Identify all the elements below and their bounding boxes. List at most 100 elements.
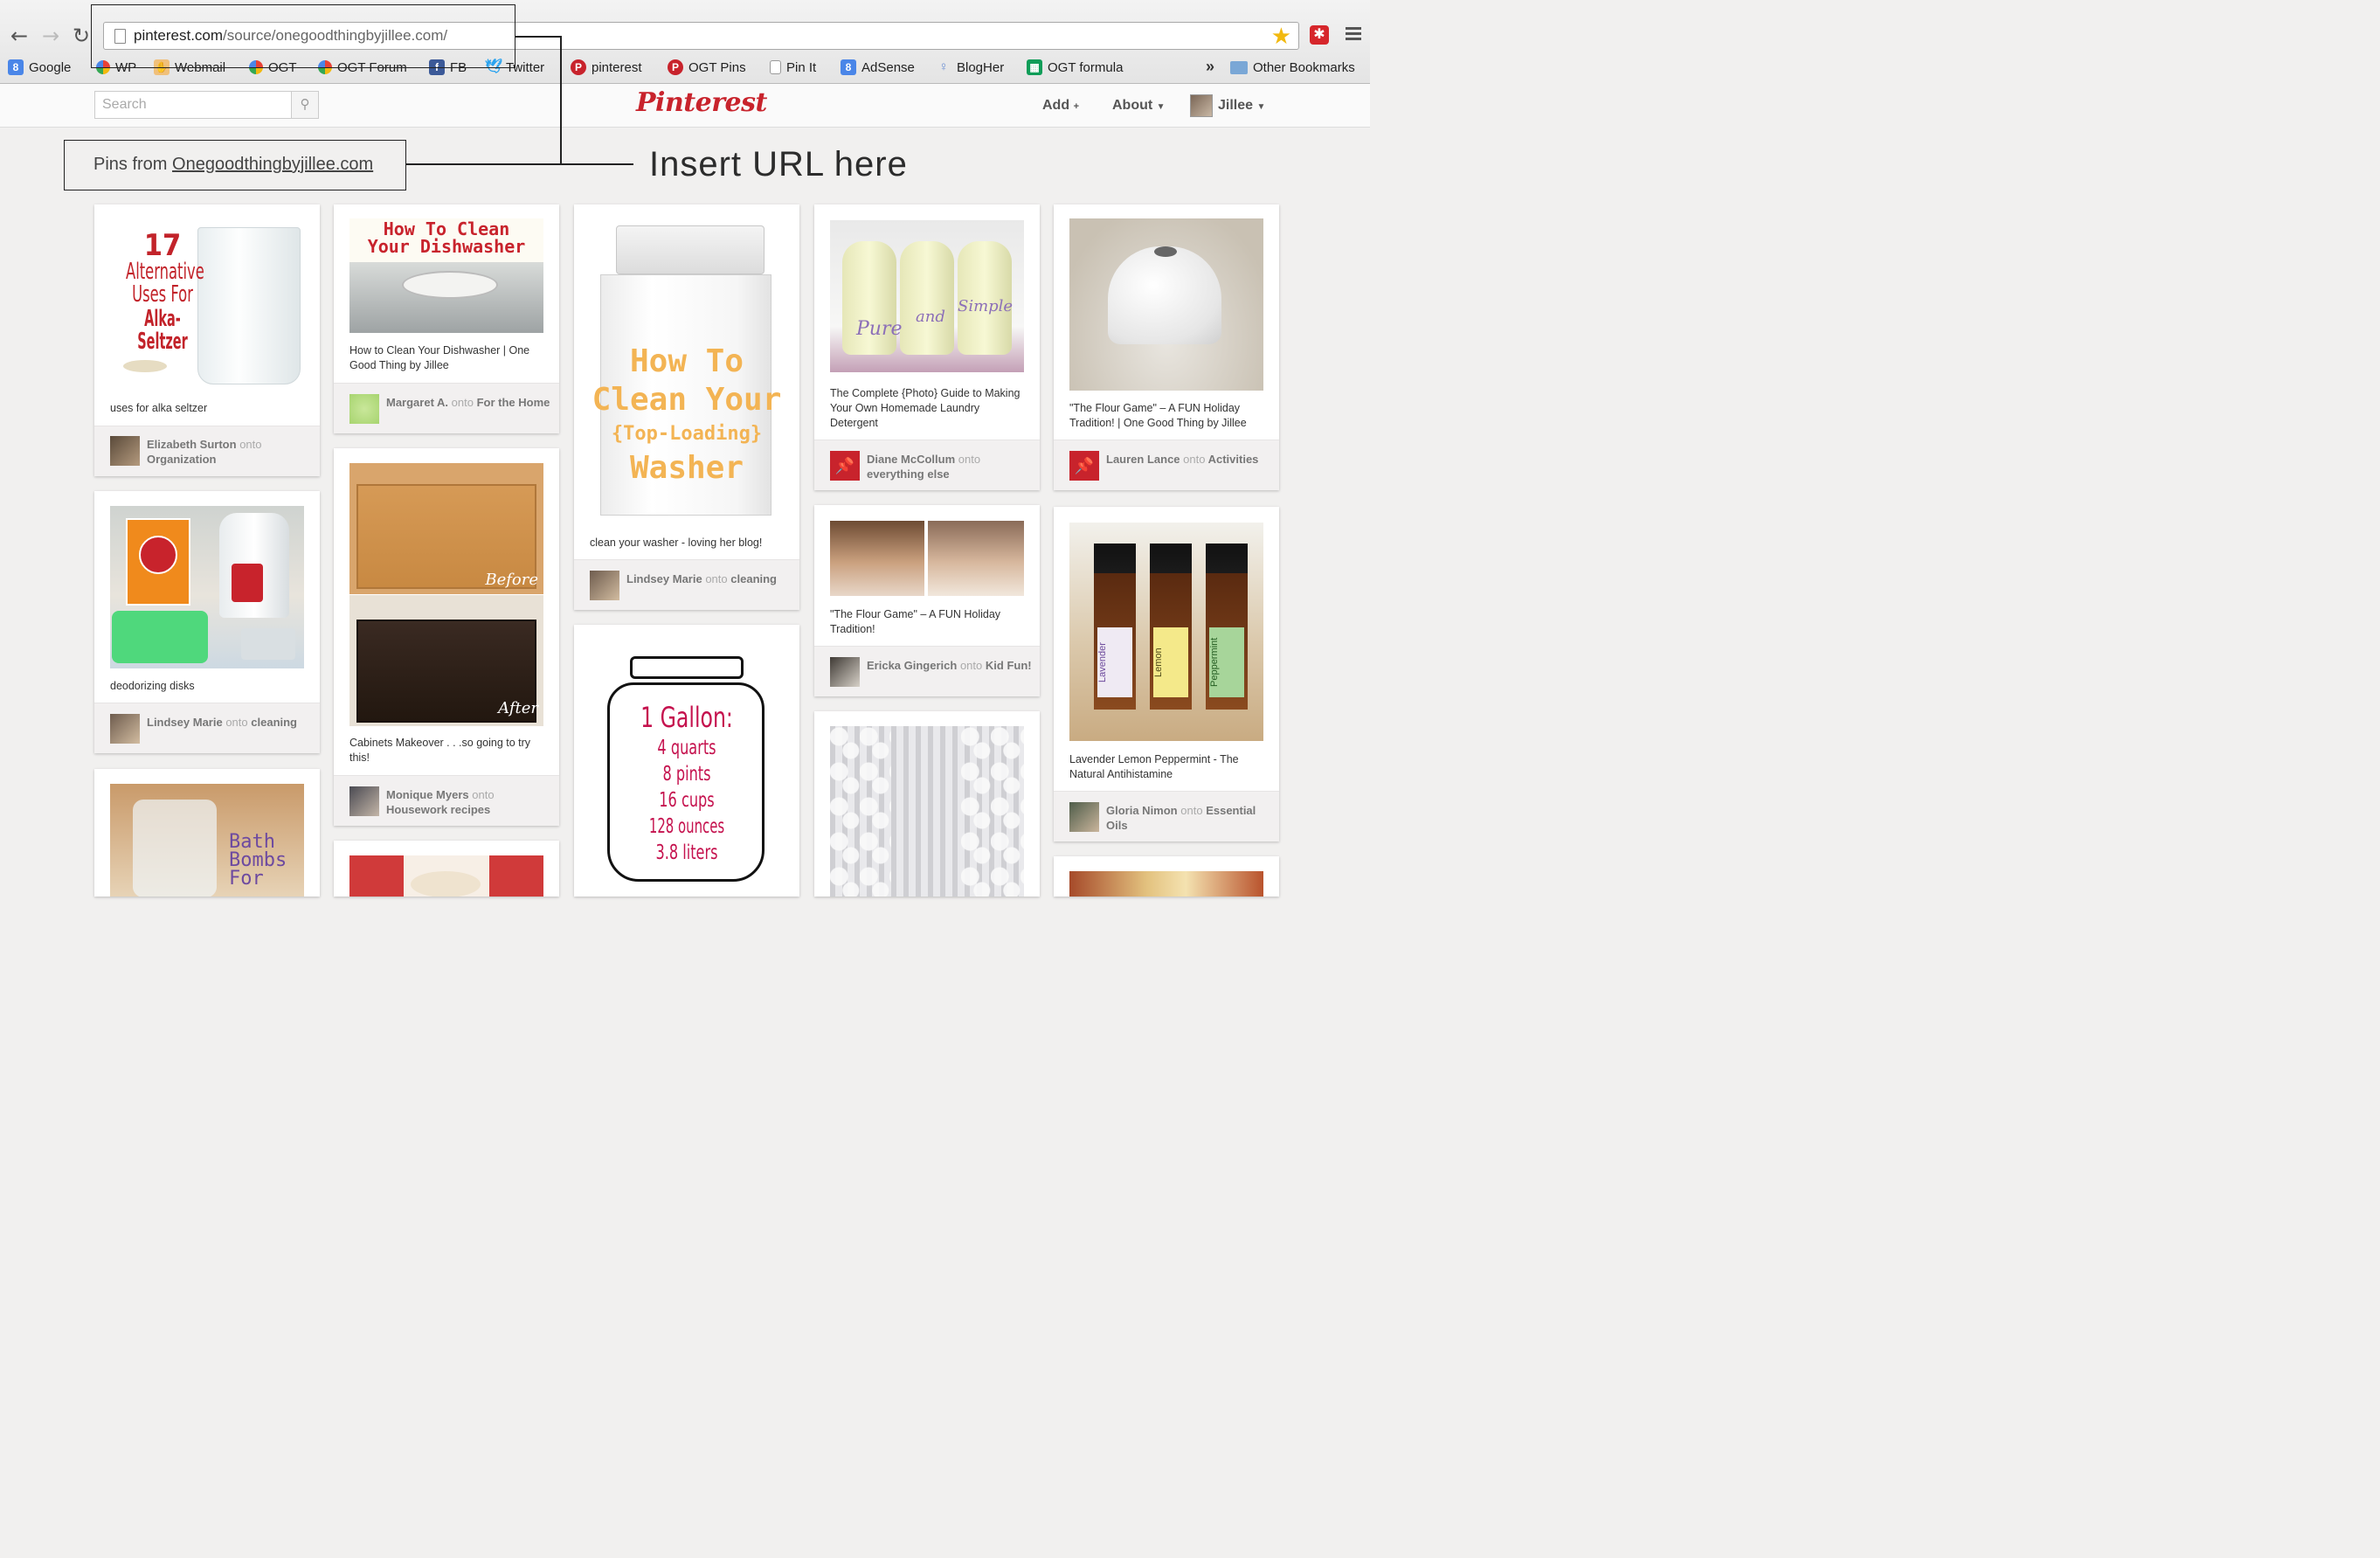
pinterest-logo[interactable]: Pinterest xyxy=(636,87,767,118)
bookmark-star-icon[interactable]: ★ xyxy=(1271,24,1291,48)
avatar[interactable] xyxy=(349,394,379,424)
pinterest-icon: P xyxy=(668,59,683,75)
after-label: After xyxy=(498,699,538,717)
pinner-name[interactable]: Ericka Gingerich xyxy=(867,659,957,672)
pin-image[interactable]: Bath Bombs For xyxy=(110,784,304,897)
pin-card[interactable]: 1 Gallon: 4 quarts 8 pints 16 cups 128 o… xyxy=(574,625,799,897)
pin-card[interactable]: Pure and Simple The Complete {Photo} Gui… xyxy=(814,204,1040,490)
pin-description: "The Flour Game" – A FUN Holiday Traditi… xyxy=(1069,402,1247,429)
board-name[interactable]: cleaning xyxy=(730,572,777,585)
pin-card[interactable] xyxy=(1054,856,1279,897)
pin-card[interactable]: 17 Alternative Uses For Alka-Seltzer use… xyxy=(94,204,320,476)
board-name[interactable]: For the Home xyxy=(477,396,550,409)
avatar[interactable] xyxy=(349,786,379,816)
user-menu[interactable]: Jillee ▼ xyxy=(1218,98,1265,114)
pin-image[interactable]: Pure and Simple xyxy=(830,220,1024,372)
board-name[interactable]: everything else xyxy=(867,467,950,481)
pinner-name[interactable]: Gloria Nimon xyxy=(1106,804,1178,817)
pinner-name[interactable]: Elizabeth Surton xyxy=(147,438,237,451)
pin-image[interactable] xyxy=(1069,218,1263,391)
other-bookmarks[interactable]: Other Bookmarks xyxy=(1230,58,1355,77)
pin-attribution: Lindsey Marie onto cleaning xyxy=(626,571,792,586)
about-menu[interactable]: About ▼ xyxy=(1112,98,1166,114)
pin-image[interactable]: How To Clean Your Dishwasher xyxy=(349,218,543,333)
search-input[interactable]: Search xyxy=(94,91,292,119)
pin-card[interactable]: "The Flour Game" – A FUN Holiday Traditi… xyxy=(1054,204,1279,490)
pin-image[interactable]: How To Clean Your {Top-Loading} Washer xyxy=(590,220,784,524)
board-name[interactable]: cleaning xyxy=(251,716,297,729)
bookmark-ogt-formula[interactable]: ▦ OGT formula xyxy=(1027,58,1123,77)
pinner-name[interactable]: Lindsey Marie xyxy=(626,572,702,585)
bookmark-adsense[interactable]: 8 AdSense xyxy=(841,58,915,77)
onto-text: onto xyxy=(472,788,495,801)
bookmark-ogt-pins[interactable]: P OGT Pins xyxy=(668,58,746,77)
search-icon[interactable]: ⚲ xyxy=(291,91,319,119)
pin-title-line: 8 pints xyxy=(662,763,711,786)
pin-image[interactable]: Lavender Lemon Peppermint xyxy=(1069,523,1263,741)
pin-card[interactable] xyxy=(814,711,1040,897)
oil-bottle-graphic: Lavender xyxy=(1094,544,1136,710)
pin-image[interactable] xyxy=(830,521,1024,596)
board-name[interactable]: Kid Fun! xyxy=(986,659,1032,672)
avatar[interactable] xyxy=(1069,802,1099,832)
pinner-name[interactable]: Lauren Lance xyxy=(1106,453,1180,466)
board-name[interactable]: Organization xyxy=(147,453,216,466)
bookmark-label: OGT Pins xyxy=(688,59,746,75)
pushpin-icon[interactable]: 📌 xyxy=(1069,451,1099,481)
oil-bottle-graphic: Lemon xyxy=(1150,544,1192,710)
extension-icon[interactable]: ✱ xyxy=(1310,25,1329,45)
board-name[interactable]: Housework recipes xyxy=(386,803,490,816)
pin-description: deodorizing disks xyxy=(110,680,195,692)
pin-image[interactable]: Before xyxy=(349,463,543,594)
pin-image[interactable]: After xyxy=(349,595,543,726)
bookmark-pin-it[interactable]: Pin It xyxy=(770,58,816,77)
avatar[interactable] xyxy=(110,714,140,744)
pin-image[interactable] xyxy=(110,506,304,668)
washer-control-panel-graphic xyxy=(616,225,765,274)
pinner-name[interactable]: Margaret A. xyxy=(386,396,448,409)
other-bookmarks-label: Other Bookmarks xyxy=(1253,59,1355,75)
pin-image[interactable] xyxy=(830,726,1024,897)
avatar[interactable] xyxy=(1190,94,1213,117)
back-arrow-icon[interactable]: ← xyxy=(8,25,31,46)
pin-card[interactable]: How To Clean Your Dishwasher How to Clea… xyxy=(334,204,559,433)
pin-card[interactable]: "The Flour Game" – A FUN Holiday Traditi… xyxy=(814,505,1040,696)
pin-title: 1 Gallon: 4 quarts 8 pints 16 cups 128 o… xyxy=(590,700,784,866)
add-menu[interactable]: Add + xyxy=(1042,98,1079,114)
pin-image[interactable] xyxy=(1069,871,1263,897)
onto-text: onto xyxy=(705,572,728,585)
pin-title-line: Bombs xyxy=(229,849,287,871)
pin-title: How To Clean Your {Top-Loading} Washer xyxy=(590,343,784,488)
pin-footer: 📌 Lauren Lance onto Activities xyxy=(1054,440,1279,490)
pinner-name[interactable]: Monique Myers xyxy=(386,788,469,801)
board-name[interactable]: Activities xyxy=(1208,453,1259,466)
forward-arrow-icon[interactable]: → xyxy=(39,25,62,46)
avatar[interactable] xyxy=(590,571,619,600)
avatar[interactable] xyxy=(830,657,860,687)
more-bookmarks-chevron-icon[interactable]: » xyxy=(1206,58,1214,76)
pin-card[interactable]: Before After Cabinets Makeover . . .so g… xyxy=(334,448,559,826)
avatar[interactable] xyxy=(110,436,140,466)
about-label: About xyxy=(1112,98,1153,113)
pinner-name[interactable]: Lindsey Marie xyxy=(147,716,223,729)
folder-icon xyxy=(1230,60,1248,74)
bookmark-google[interactable]: 8 Google xyxy=(8,58,71,77)
pin-card[interactable]: Lavender Lemon Peppermint Lavender Lemon… xyxy=(1054,507,1279,841)
pin-image[interactable]: 17 Alternative Uses For Alka-Seltzer xyxy=(110,220,304,391)
pin-card[interactable]: deodorizing disks Lindsey Marie onto cle… xyxy=(94,491,320,753)
pinner-name[interactable]: Diane McCollum xyxy=(867,453,955,466)
pushpin-icon[interactable]: 📌 xyxy=(830,451,860,481)
source-link[interactable]: Onegoodthingbyjillee.com xyxy=(172,155,373,174)
pin-image[interactable]: 1 Gallon: 4 quarts 8 pints 16 cups 128 o… xyxy=(590,651,784,887)
menu-icon[interactable] xyxy=(1346,27,1361,43)
pin-title-line: Uses For xyxy=(132,281,193,308)
pin-card[interactable]: How To Clean Your {Top-Loading} Washer c… xyxy=(574,204,799,610)
bookmark-blogher[interactable]: ♀ BlogHer xyxy=(936,58,1004,77)
bookmark-pinterest[interactable]: Ppinterest xyxy=(571,58,642,77)
onto-text: onto xyxy=(958,453,981,466)
reload-icon[interactable]: ↻ xyxy=(70,25,93,46)
pin-card[interactable]: Bath Bombs For xyxy=(94,769,320,897)
bookmark-label: pinterest xyxy=(592,59,642,75)
pin-card[interactable] xyxy=(334,841,559,897)
pin-image[interactable] xyxy=(349,855,543,897)
